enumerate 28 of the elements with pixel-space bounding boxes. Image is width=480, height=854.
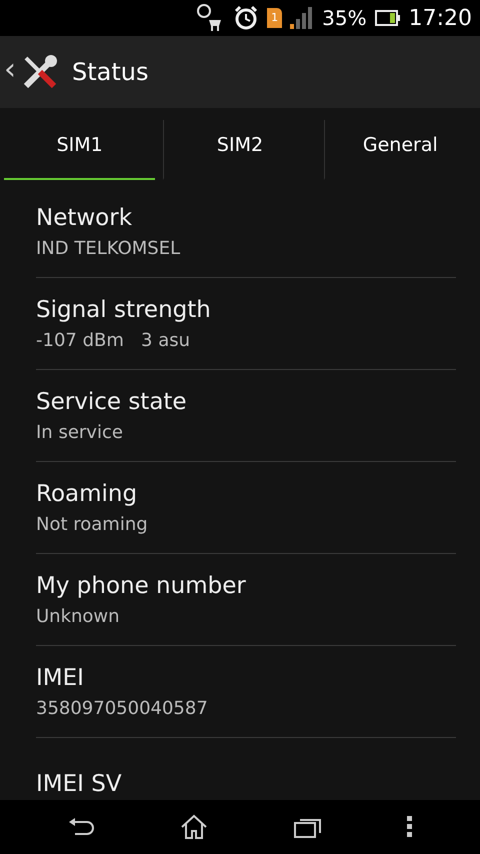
setting-title: IMEI [36,664,85,693]
recent-apps-icon[interactable] [294,816,322,838]
signal-icon [290,7,314,29]
setting-value: 358097050040587 [36,697,209,722]
setting-value: -107 dBm 3 asu [36,329,192,354]
battery-icon [374,10,401,26]
sim-icon: 1 [267,8,282,28]
setting-value: Unknown [36,605,121,630]
tab[interactable]: General [324,120,476,180]
setting-title: IMEI SV [36,770,123,799]
clock: 17:20 [408,4,472,32]
setting-value: IND TELKOMSEL [36,237,182,262]
setting-value: Not roaming [36,513,149,538]
tab[interactable]: SIM2 [163,120,316,180]
screen-title: Status [72,57,148,88]
setting-title: Network [36,204,134,233]
back-button[interactable]: ‹ [4,55,16,89]
setting-title: My phone number [36,572,247,601]
setting-value: In service [36,421,124,446]
battery-percent: 35% [322,5,367,32]
setting-title: Signal strength [36,296,212,325]
back-icon[interactable] [66,816,95,838]
setting-title: Roaming [36,480,138,509]
alarm-icon [233,5,260,31]
tab[interactable]: SIM1 [4,120,156,180]
setting-title: Service state [36,388,188,417]
home-icon[interactable] [180,814,208,840]
menu-icon[interactable] [407,816,414,838]
